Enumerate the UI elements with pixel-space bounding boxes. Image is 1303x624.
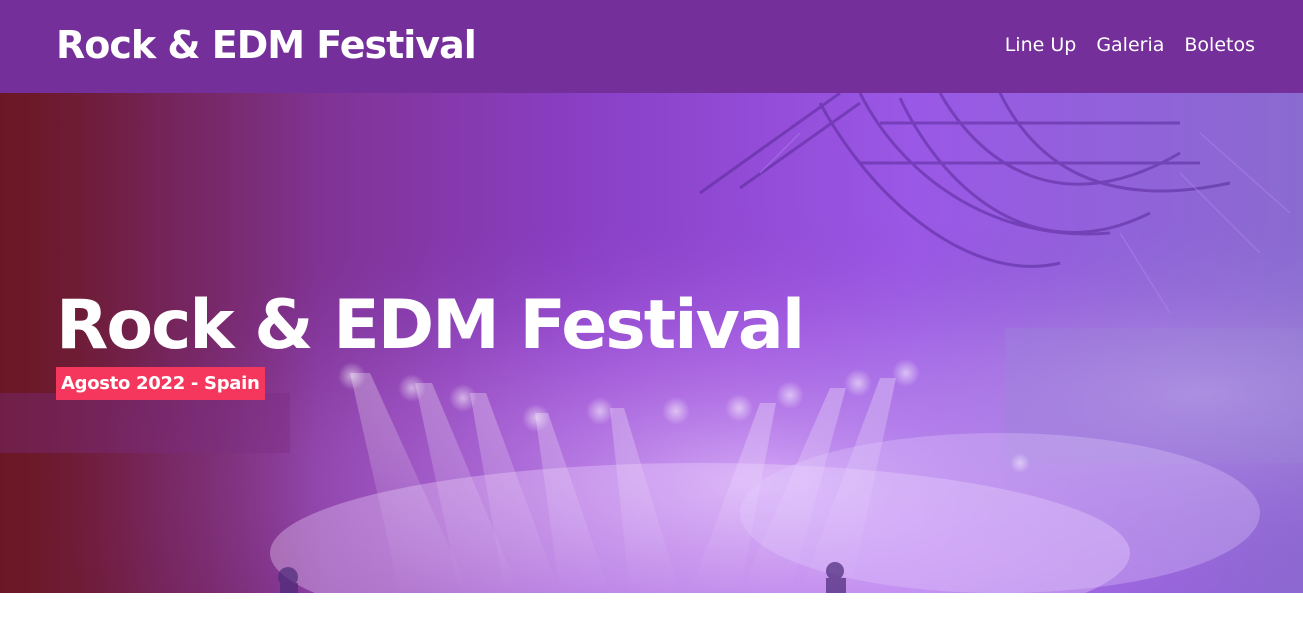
hero-title: Rock & EDM Festival (56, 286, 805, 365)
nav-link-lineup[interactable]: Line Up (1005, 31, 1077, 59)
site-logo[interactable]: Rock & EDM Festival (56, 20, 477, 70)
hero-date-badge: Agosto 2022 - Spain (56, 367, 265, 400)
nav-link-tickets[interactable]: Boletos (1184, 31, 1255, 59)
main-nav: Line Up Galeria Boletos (1005, 31, 1255, 59)
nav-link-gallery[interactable]: Galeria (1096, 31, 1164, 59)
site-header: Rock & EDM Festival Line Up Galeria Bole… (0, 0, 1303, 93)
hero-section: Rock & EDM Festival Agosto 2022 - Spain (0, 93, 1303, 593)
